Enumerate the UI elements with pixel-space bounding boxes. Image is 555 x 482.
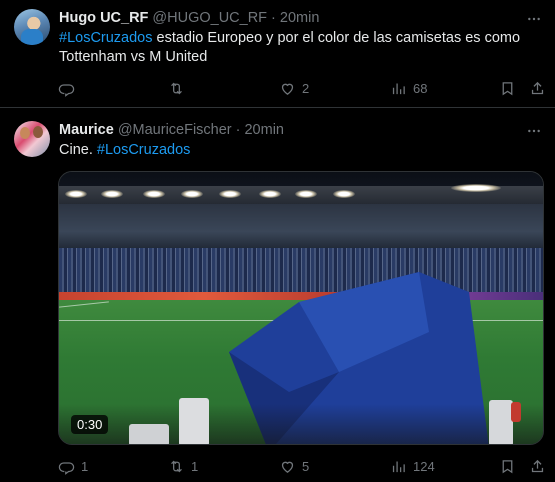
fan-arm: [511, 402, 521, 422]
tweet[interactable]: Hugo UC_RF @HUGO_UC_RF · 20min #LosCruza…: [0, 0, 555, 108]
more-dots-icon[interactable]: [525, 10, 543, 28]
tweet-body: Cine.: [59, 142, 97, 158]
separator-dot: ·: [235, 122, 241, 138]
tweet[interactable]: Maurice @MauriceFischer · 20min Cine. #L…: [0, 109, 555, 482]
bookmark-icon: [502, 459, 513, 473]
fan-arm: [129, 424, 169, 444]
views-button[interactable]: 124: [390, 456, 435, 476]
avatar[interactable]: [14, 9, 50, 45]
floodlight: [101, 190, 123, 198]
retweet-icon: [171, 460, 182, 472]
video-duration: 0:30: [71, 415, 109, 434]
action-bar: 2 68: [58, 78, 544, 98]
hashtag-link[interactable]: #LosCruzados: [59, 30, 153, 46]
heart-icon: [281, 83, 294, 95]
like-count: 5: [302, 458, 310, 474]
retweet-icon: [171, 82, 182, 94]
retweet-count: 1: [191, 458, 199, 474]
views-chart-icon: [392, 83, 405, 94]
avatar[interactable]: [14, 121, 50, 157]
floodlight: [259, 190, 281, 198]
share-icon: [531, 459, 544, 472]
reply-button[interactable]: [58, 78, 81, 98]
views-count: 68: [413, 80, 428, 96]
reply-button[interactable]: 1: [58, 456, 88, 476]
fan-arm: [179, 398, 209, 444]
views-chart-icon: [392, 461, 405, 472]
floodlight: [181, 190, 203, 198]
retweet-button[interactable]: [168, 78, 191, 98]
floodlight: [65, 190, 87, 198]
author-handle[interactable]: @HUGO_UC_RF: [152, 10, 267, 26]
fan-arm: [489, 400, 513, 444]
floodlight: [451, 184, 501, 192]
tweet-header: Maurice @MauriceFischer · 20min: [59, 122, 284, 138]
like-count: 2: [302, 80, 310, 96]
author-handle[interactable]: @MauriceFischer: [118, 122, 232, 138]
timestamp[interactable]: 20min: [280, 10, 320, 26]
bookmark-button[interactable]: [499, 456, 516, 476]
stadium-stands: [59, 204, 543, 250]
floodlight: [295, 190, 317, 198]
author-name[interactable]: Hugo UC_RF: [59, 10, 148, 26]
bookmark-icon: [502, 81, 513, 95]
tweet-header: Hugo UC_RF @HUGO_UC_RF · 20min: [59, 10, 319, 26]
bookmark-button[interactable]: [499, 78, 516, 98]
share-icon: [531, 81, 544, 94]
like-button[interactable]: 2: [279, 78, 309, 98]
tweet-text: Cine. #LosCruzados: [59, 141, 535, 160]
more-dots-icon[interactable]: [525, 122, 543, 140]
reply-icon: [58, 83, 75, 97]
retweet-button[interactable]: 1: [168, 456, 198, 476]
heart-icon: [281, 461, 294, 473]
reply-icon: [58, 461, 75, 475]
share-button[interactable]: [529, 78, 546, 98]
floodlight: [143, 190, 165, 198]
floodlight: [219, 190, 241, 198]
action-bar: 1 1 5 124: [58, 456, 544, 476]
separator-dot: ·: [271, 10, 276, 26]
like-button[interactable]: 5: [279, 456, 309, 476]
reply-count: 1: [81, 458, 89, 474]
share-button[interactable]: [529, 456, 546, 476]
views-button[interactable]: 68: [390, 78, 427, 98]
floodlight: [333, 190, 355, 198]
tweet-text: #LosCruzados estadio Europeo y por el co…: [59, 29, 535, 67]
views-count: 124: [413, 458, 435, 474]
hashtag-link[interactable]: #LosCruzados: [97, 142, 191, 158]
author-name[interactable]: Maurice: [59, 122, 114, 138]
video-player[interactable]: 0:30: [58, 171, 544, 445]
timestamp[interactable]: 20min: [244, 122, 284, 138]
